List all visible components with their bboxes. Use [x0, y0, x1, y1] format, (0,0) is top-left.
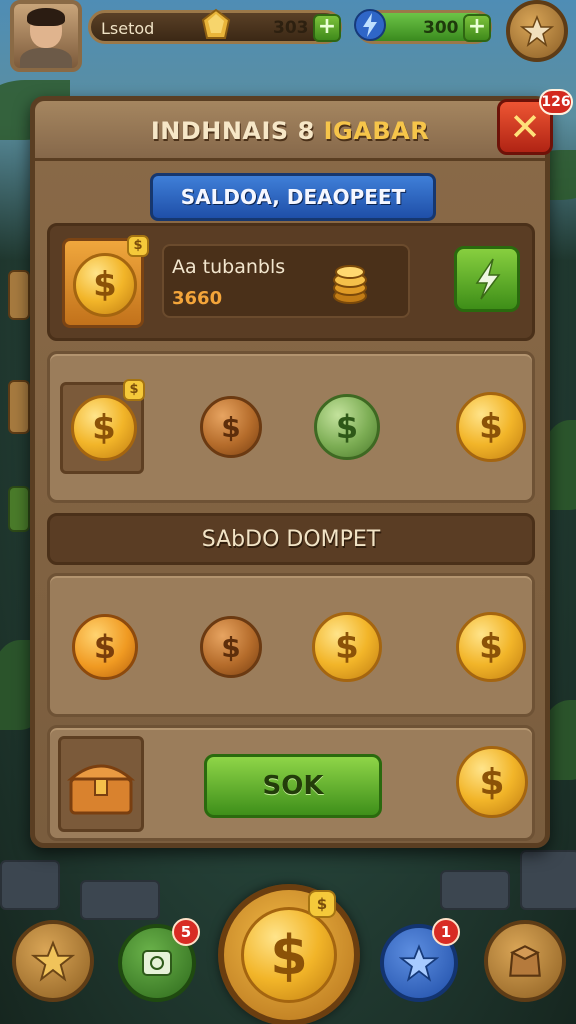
resource-bar-gold: Lsetod 303 + — [88, 8, 342, 44]
top-bar: Lsetod 303 + 300 + — [0, 0, 576, 80]
bronze-coin[interactable]: $ — [200, 396, 262, 458]
resource-label: Lsetod — [101, 19, 155, 38]
green-coin[interactable]: $ — [314, 394, 380, 460]
crate-icon — [509, 945, 541, 977]
side-button[interactable] — [8, 380, 30, 434]
coin-icon: $ — [71, 395, 137, 461]
treasure-chest-icon — [66, 764, 136, 815]
panel-title-part2: IGABAR — [323, 117, 430, 145]
coin-row-2: $ $ $ $ — [47, 573, 535, 717]
add-energy-button[interactable]: + — [463, 14, 491, 42]
achievements-notification-badge: 1 — [432, 918, 460, 946]
resource-value: 303 — [273, 18, 309, 38]
side-button[interactable] — [8, 270, 30, 320]
balance-value: 3660 — [172, 288, 223, 309]
panel-title-part1: INDHNAIS 8 — [150, 117, 324, 145]
bottom-nav: 5 $ $ 1 — [0, 880, 576, 1024]
gold-coin[interactable]: $ — [456, 746, 528, 818]
resource-bar-energy: 300 + — [354, 9, 492, 44]
orange-coin[interactable]: $ — [72, 614, 138, 680]
gold-coin[interactable]: $ — [312, 612, 382, 682]
wallet-panel: INDHNAIS 8 IGABAR ✕ 126 SALDOA, DEAOPEET… — [30, 89, 573, 848]
nav-star-button[interactable] — [12, 920, 94, 1002]
lightning-icon — [475, 258, 501, 300]
add-gold-button[interactable]: + — [313, 14, 341, 42]
panel-header: INDHNAIS 8 IGABAR — [35, 101, 545, 161]
bronze-coin[interactable]: $ — [200, 616, 262, 678]
lightning-action-button[interactable] — [454, 246, 520, 312]
balance-section: $ $ Aa tubanbls 3660 — [47, 223, 535, 341]
coin-selection-row: $ $ $ $ $ — [47, 351, 535, 503]
nav-inventory-button[interactable] — [484, 920, 566, 1002]
chest-slot[interactable] — [58, 736, 144, 832]
lightning-icon — [354, 9, 386, 41]
coin-badge: $ — [123, 379, 145, 401]
balance-info-box: Aa tubanbls 3660 — [162, 244, 410, 318]
blue-star-icon — [399, 944, 439, 982]
coin-stack-icon — [333, 265, 367, 304]
map-notification-badge: 5 — [172, 918, 200, 946]
section-title: SAbDO DOMPET — [201, 527, 381, 552]
player-avatar[interactable] — [10, 0, 82, 72]
gold-gem-icon — [201, 8, 231, 39]
card-badge: $ — [127, 235, 149, 257]
coin-center-badge: $ — [308, 890, 336, 918]
action-row: SOK $ — [47, 725, 535, 841]
wallet-subheader: SAbDO DOMPET — [47, 513, 535, 565]
gold-coin[interactable]: $ — [456, 612, 526, 682]
panel-title: INDHNAIS 8 IGABAR — [35, 117, 545, 145]
nav-coin-center-button[interactable]: $ — [218, 884, 360, 1024]
coin-card[interactable]: $ $ — [62, 235, 149, 328]
ok-button[interactable]: SOK — [204, 754, 382, 818]
selected-coin-slot[interactable]: $ $ — [60, 379, 145, 474]
coin-icon: $ — [241, 907, 337, 1003]
gold-coin[interactable]: $ — [456, 392, 526, 462]
side-button[interactable] — [8, 486, 30, 532]
star-icon — [31, 940, 75, 982]
coin-icon: $ — [73, 253, 137, 317]
map-icon — [142, 950, 172, 976]
balance-label: Aa tubanbls — [172, 256, 286, 278]
star-icon — [520, 14, 554, 47]
avatar-hair — [27, 8, 65, 26]
resource-value: 300 — [423, 18, 459, 38]
close-badge: 126 — [539, 89, 573, 115]
avatar-body — [20, 48, 72, 68]
favorites-button[interactable] — [506, 0, 568, 62]
tab-saldo[interactable]: SALDOA, DEAOPEET — [150, 173, 436, 221]
